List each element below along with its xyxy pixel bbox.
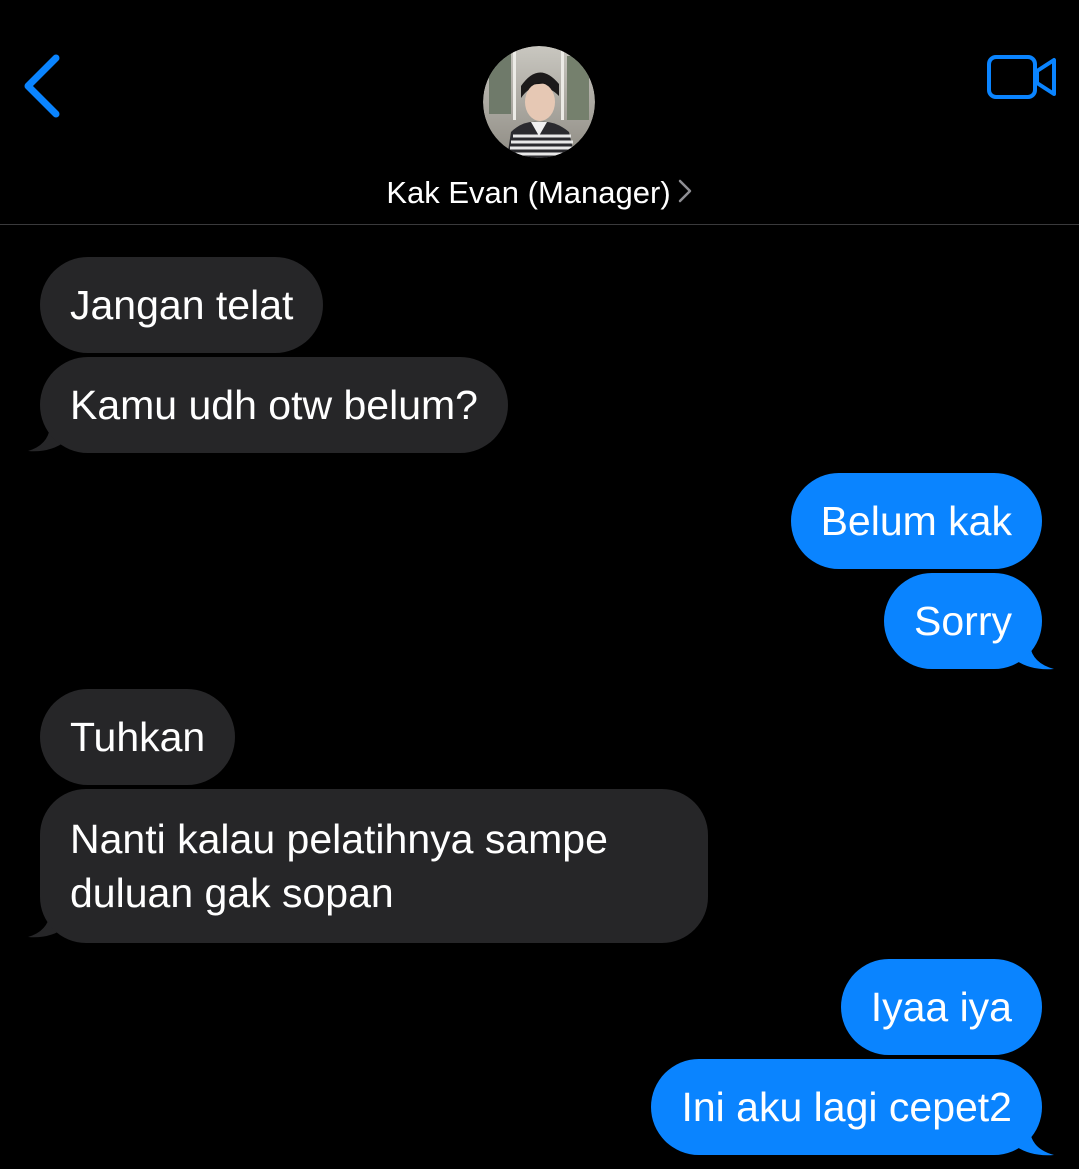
message-text: Belum kak: [820, 498, 1012, 544]
message-text-line: Nanti kalau pelatihnya sampe: [70, 816, 608, 862]
message-thread[interactable]: Jangan telat Kamu udh otw belum? Belum k…: [0, 225, 1079, 1169]
back-button[interactable]: [14, 48, 74, 128]
message-text: Sorry: [914, 598, 1012, 644]
contact-name-button[interactable]: Kak Evan (Manager): [0, 172, 1079, 216]
message-text: Jangan telat: [70, 282, 294, 328]
message-text: Ini aku lagi cepet2: [681, 1084, 1012, 1130]
incoming-message-bubble[interactable]: Jangan telat: [40, 257, 324, 353]
outgoing-message-bubble[interactable]: Ini aku lagi cepet2: [651, 1059, 1042, 1155]
message-text: Tuhkan: [70, 714, 206, 760]
message-text: Iyaa iya: [870, 984, 1012, 1030]
conversation-header: Kak Evan (Manager): [0, 0, 1079, 225]
contact-avatar[interactable]: [483, 46, 595, 158]
incoming-message-bubble[interactable]: Nanti kalau pelatihnya sampe duluan gak …: [40, 789, 708, 943]
outgoing-message-bubble[interactable]: Belum kak: [790, 473, 1042, 569]
incoming-message-bubble[interactable]: Tuhkan: [40, 689, 236, 785]
video-camera-icon: [987, 55, 1056, 99]
contact-name: Kak Evan (Manager): [386, 175, 671, 210]
outgoing-message-bubble[interactable]: Sorry: [884, 573, 1042, 669]
incoming-message-bubble[interactable]: Kamu udh otw belum?: [40, 357, 508, 453]
video-call-button[interactable]: [984, 52, 1062, 104]
outgoing-message-bubble[interactable]: Iyaa iya: [840, 959, 1042, 1055]
message-text-line: duluan gak sopan: [70, 870, 394, 916]
chevron-left-icon: [24, 54, 60, 118]
chevron-right-icon: [677, 174, 693, 216]
message-text: Kamu udh otw belum?: [70, 382, 478, 428]
avatar-photo: [483, 46, 595, 158]
